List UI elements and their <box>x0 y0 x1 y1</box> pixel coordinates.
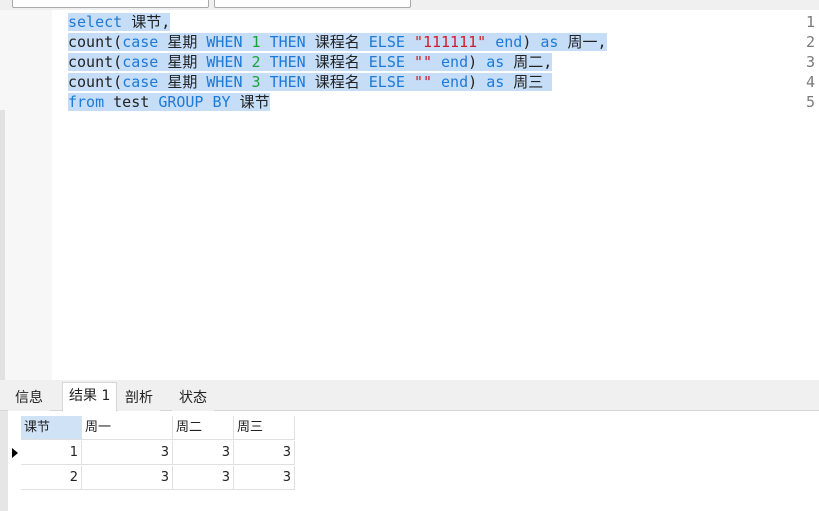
current-row-indicator-icon <box>10 441 21 465</box>
code-token: count( <box>68 53 123 71</box>
line-number: 5 <box>805 93 815 111</box>
code-token: "" <box>413 53 432 71</box>
line-number: 1 <box>805 13 815 31</box>
column-header-周二[interactable]: 周二 <box>173 416 234 440</box>
code-line[interactable]: count(case 星期 WHEN 2 THEN 课程名 ELSE "" en… <box>68 52 553 72</box>
code-token: 课节 <box>230 93 270 111</box>
column-header-周一[interactable]: 周一 <box>82 416 173 440</box>
code-token: case <box>122 33 159 51</box>
selected-text: count(case 星期 WHEN 2 THEN 课程名 ELSE "" en… <box>68 53 553 71</box>
code-line[interactable]: count(case 星期 WHEN 3 THEN 课程名 ELSE "" en… <box>68 72 553 92</box>
code-line[interactable]: select 课节, <box>68 12 171 32</box>
tab-info[interactable]: 信息 <box>8 385 50 411</box>
code-token: 周一, <box>558 33 607 51</box>
code-token: count( <box>68 33 123 51</box>
code-token: as <box>486 53 505 71</box>
tab-status[interactable]: 状态 <box>172 385 214 411</box>
code-token: case <box>122 53 159 71</box>
code-token: as <box>486 73 505 91</box>
table-cell[interactable]: 1 <box>21 441 82 465</box>
code-token: THEN <box>269 53 306 71</box>
sql-editor[interactable]: 12345 select 课节, count(case 星期 WHEN 1 THE… <box>0 10 819 380</box>
tab-profile[interactable]: 剖析 <box>118 385 160 411</box>
column-header-周三[interactable]: 周三 <box>234 416 295 440</box>
table-cell[interactable]: 3 <box>82 441 173 465</box>
code-token: from <box>68 93 105 111</box>
code-token: ELSE <box>368 33 405 51</box>
code-token: ELSE <box>368 53 405 71</box>
code-token: select <box>68 13 123 31</box>
code-token: 星期 <box>158 53 207 71</box>
table-cell[interactable]: 3 <box>82 466 173 490</box>
code-token: 3 <box>251 73 261 91</box>
code-token: ) <box>468 73 487 91</box>
database-dropdown[interactable] <box>214 0 411 8</box>
code-token: THEN <box>269 73 306 91</box>
line-number: 2 <box>805 33 815 51</box>
code-token: 课程名 <box>305 73 369 91</box>
code-token: end <box>441 53 469 71</box>
code-token: 2 <box>251 53 261 71</box>
code-token: 课程名 <box>305 33 369 51</box>
code-token: 星期 <box>158 33 207 51</box>
table-cell[interactable]: 2 <box>21 466 82 490</box>
code-token: ) <box>522 33 541 51</box>
selected-text: select 课节, <box>68 13 171 31</box>
code-token: "" <box>413 73 432 91</box>
line-number: 3 <box>805 53 815 71</box>
table-cell[interactable]: 3 <box>234 441 295 465</box>
code-token: ) <box>468 53 487 71</box>
code-token: ELSE <box>368 73 405 91</box>
selected-text: count(case 星期 WHEN 3 THEN 课程名 ELSE "" en… <box>68 73 553 91</box>
code-token: end <box>441 73 469 91</box>
table-cell[interactable]: 3 <box>173 466 234 490</box>
code-token: end <box>495 33 523 51</box>
gutter-strip <box>0 110 5 380</box>
code-token: WHEN <box>206 33 243 51</box>
code-token: THEN <box>269 33 306 51</box>
code-token: WHEN <box>206 53 243 71</box>
tab-result-1[interactable]: 结果 1 <box>62 382 118 412</box>
code-token: 课节, <box>122 13 171 31</box>
selected-text: count(case 星期 WHEN 1 THEN 课程名 ELSE "1111… <box>68 33 607 51</box>
column-header-课节[interactable]: 课节 <box>21 416 82 440</box>
code-token: count( <box>68 73 123 91</box>
toolbar-strip <box>0 0 819 10</box>
code-token: as <box>540 33 559 51</box>
code-token: 1 <box>251 33 261 51</box>
line-number: 4 <box>805 73 815 91</box>
code-token: test <box>104 93 159 111</box>
code-token: 周二, <box>504 53 553 71</box>
results-tab-strip: 信息 结果 1 剖析 状态 <box>0 380 819 412</box>
code-line[interactable]: count(case 星期 WHEN 1 THEN 课程名 ELSE "1111… <box>68 32 607 52</box>
code-token: GROUP BY <box>158 93 231 111</box>
line-number-gutter <box>0 10 52 380</box>
code-token: 课程名 <box>305 53 369 71</box>
code-token: "111111" <box>413 33 487 51</box>
connection-dropdown[interactable] <box>12 0 209 8</box>
code-token: 星期 <box>158 73 207 91</box>
table-cell[interactable]: 3 <box>173 441 234 465</box>
table-cell[interactable]: 3 <box>234 466 295 490</box>
code-token: case <box>122 73 159 91</box>
selected-text: from test GROUP BY 课节 <box>68 93 270 111</box>
grid-left-strip <box>0 411 8 511</box>
results-panel: 信息 结果 1 剖析 状态 课节 周一 周二 周三 1 3 3 3 2 3 3 … <box>0 380 819 511</box>
code-token: 周三 <box>504 73 553 91</box>
code-token: WHEN <box>206 73 243 91</box>
code-line[interactable]: from test GROUP BY 课节 <box>68 92 270 112</box>
